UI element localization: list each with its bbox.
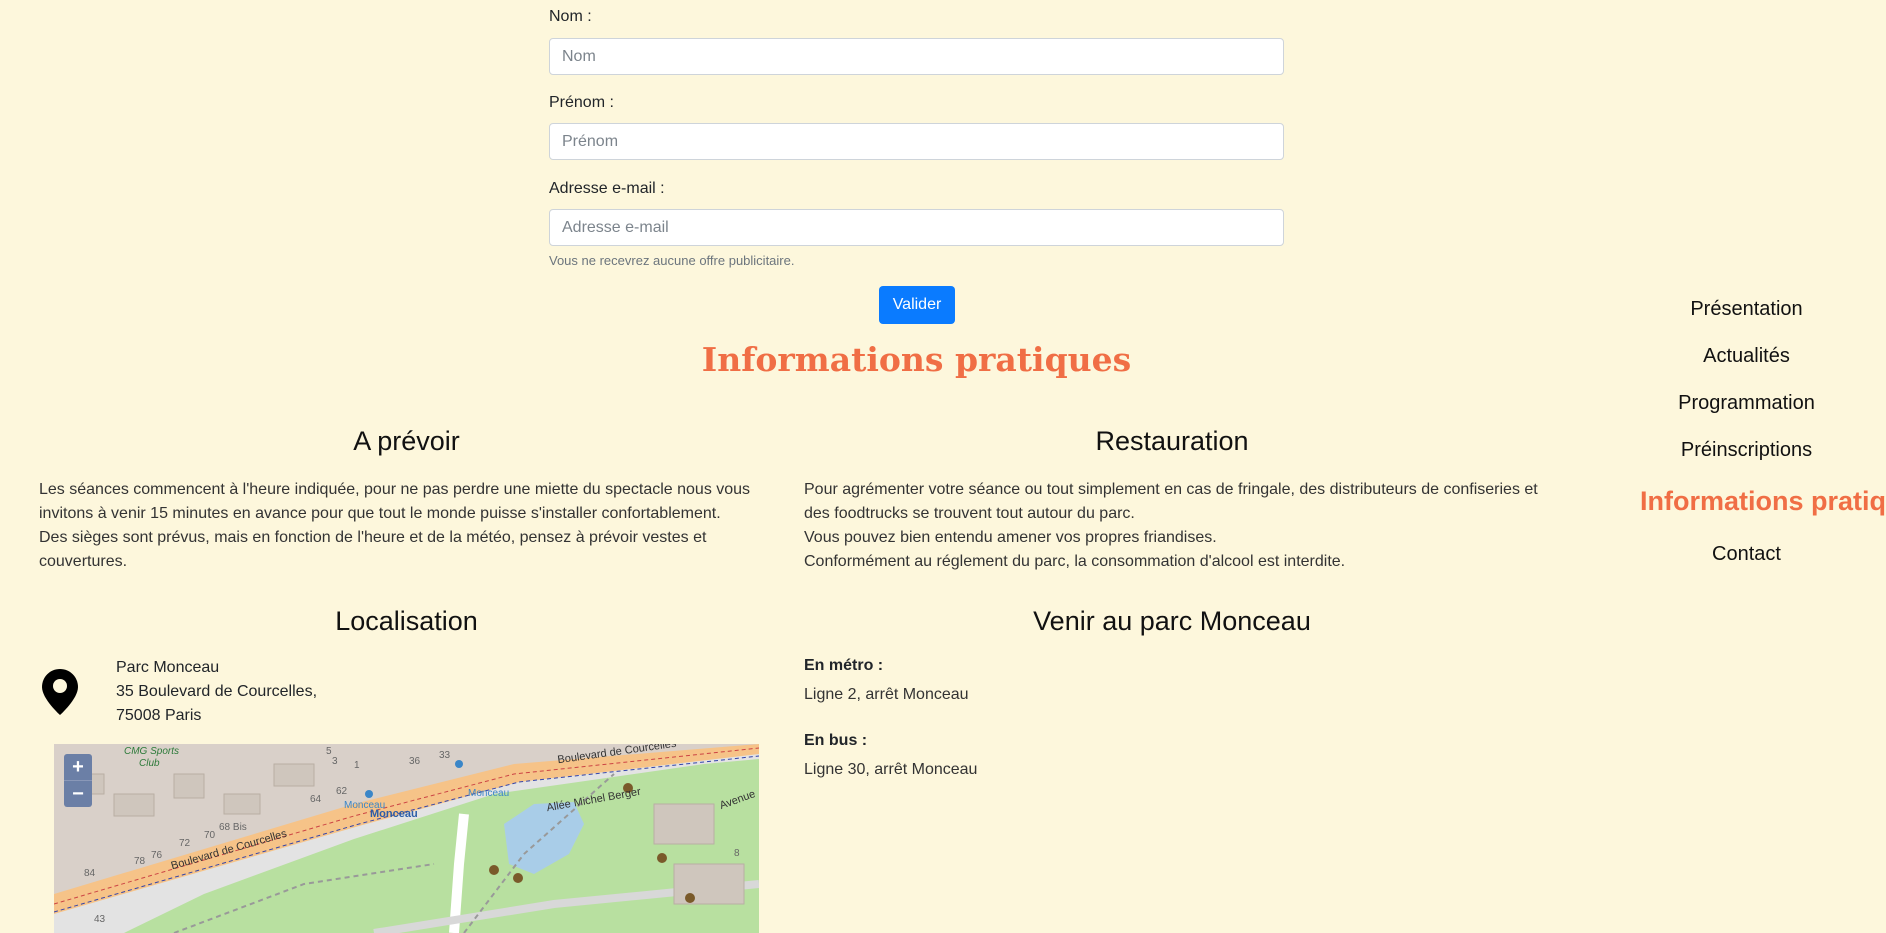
map-label-62: 62 — [336, 786, 348, 797]
restauration-line-3: Conformément au réglement du parc, la co… — [804, 553, 1346, 570]
zoom-in-button[interactable]: + — [64, 754, 92, 780]
map-label-boulevard-top: Boulevard de Courcelles — [556, 744, 678, 767]
email-help-text: Vous ne recevrez aucune offre publicitai… — [549, 253, 795, 268]
bus-label: En bus : — [804, 732, 868, 749]
restauration-line-1: Pour agrémenter votre séance ou tout sim… — [804, 481, 1538, 522]
map-label-43: 43 — [94, 914, 106, 925]
map-zoom-control: + − — [64, 754, 92, 807]
map-label-5: 5 — [326, 746, 332, 757]
nom-label: Nom : — [549, 8, 592, 25]
zoom-out-button[interactable]: − — [64, 780, 92, 807]
map-label-allee: Allée Michel Berger — [545, 785, 642, 815]
map-label-1: 1 — [354, 760, 360, 771]
map-label-33: 33 — [439, 750, 451, 761]
restauration-line-2: Vous pouvez bien entendu amener vos prop… — [804, 529, 1217, 546]
bus-value: Ligne 30, arrêt Monceau — [804, 761, 978, 778]
prevoir-line-1: Les séances commencent à l'heure indiqué… — [39, 481, 751, 522]
map[interactable]: CMG Sports Club Boulevard de Courcelles … — [54, 744, 759, 933]
restauration-title: Restauration — [1095, 426, 1249, 456]
map-label-70: 70 — [204, 830, 216, 841]
map-pin-icon — [42, 669, 78, 715]
section-title-informations: Informations pratiques — [701, 340, 1132, 379]
address-line-3: 75008 Paris — [116, 707, 202, 724]
map-label-boulevard-left: Boulevard de Courcelles — [169, 827, 289, 873]
address-block: Parc Monceau 35 Boulevard de Courcelles,… — [116, 656, 317, 728]
map-label-avenue: Avenue — [718, 788, 758, 812]
submit-button[interactable]: Valider — [879, 286, 955, 324]
metro-label: En métro : — [804, 657, 884, 674]
map-label-club-2: Club — [139, 758, 160, 769]
nav-item-preinscriptions[interactable]: Préinscriptions — [1640, 439, 1853, 462]
prevoir-text: Les séances commencent à l'heure indiqué… — [39, 478, 774, 574]
prenom-input[interactable] — [549, 123, 1284, 160]
map-labels: CMG Sports Club Boulevard de Courcelles … — [54, 744, 759, 933]
restauration-text: Pour agrémenter votre séance ou tout sim… — [804, 478, 1540, 574]
nav-item-programmation[interactable]: Programmation — [1640, 392, 1853, 415]
localisation-title: Localisation — [335, 606, 478, 636]
map-label-78: 78 — [134, 856, 146, 867]
map-label-3: 3 — [332, 756, 338, 767]
nav-item-contact[interactable]: Contact — [1640, 543, 1853, 566]
nav-item-actualites[interactable]: Actualités — [1640, 345, 1853, 368]
email-input[interactable] — [549, 209, 1284, 246]
map-label-monceau-2: Monceau — [370, 808, 418, 820]
address-line-1: Parc Monceau — [116, 659, 220, 676]
map-label-84: 84 — [84, 868, 96, 879]
map-label-36: 36 — [409, 756, 421, 767]
prevoir-title: A prévoir — [353, 426, 460, 456]
prevoir-line-2: Des sièges sont prévus, mais en fonction… — [39, 529, 707, 570]
nom-input[interactable] — [549, 38, 1284, 75]
address-line-2: 35 Boulevard de Courcelles, — [116, 683, 318, 700]
nav-item-presentation[interactable]: Présentation — [1640, 298, 1853, 321]
email-label: Adresse e-mail : — [549, 180, 665, 197]
map-label-64: 64 — [310, 794, 322, 805]
map-label-72: 72 — [179, 838, 191, 849]
map-label-68bis: 68 Bis — [219, 822, 247, 833]
map-label-monceau-3: Monceau — [468, 788, 510, 799]
metro-value: Ligne 2, arrêt Monceau — [804, 686, 969, 703]
map-label-76: 76 — [151, 850, 163, 861]
venir-title: Venir au parc Monceau — [1033, 606, 1311, 636]
map-label-8: 8 — [734, 848, 740, 859]
map-label-club: CMG Sports — [124, 746, 180, 757]
prenom-label: Prénom : — [549, 94, 614, 111]
nav-item-informations-pratiques[interactable]: Informations pratiques — [1640, 486, 1886, 517]
